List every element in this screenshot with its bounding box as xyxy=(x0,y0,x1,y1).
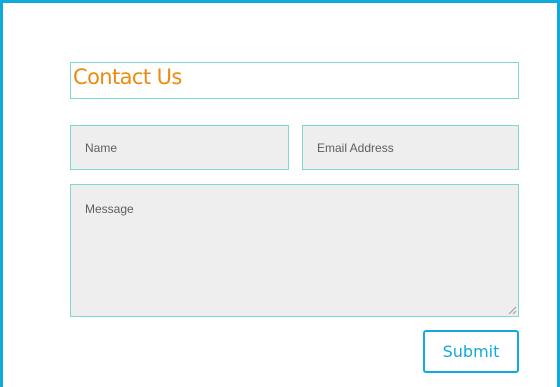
message-textarea[interactable] xyxy=(70,184,519,317)
submit-button[interactable]: Submit xyxy=(423,330,519,373)
email-input[interactable] xyxy=(302,125,519,170)
form-title-box: Contact Us xyxy=(70,62,519,99)
name-input[interactable] xyxy=(70,125,289,170)
contact-form-container: Contact Us Submit xyxy=(0,0,560,387)
form-title: Contact Us xyxy=(73,65,182,89)
